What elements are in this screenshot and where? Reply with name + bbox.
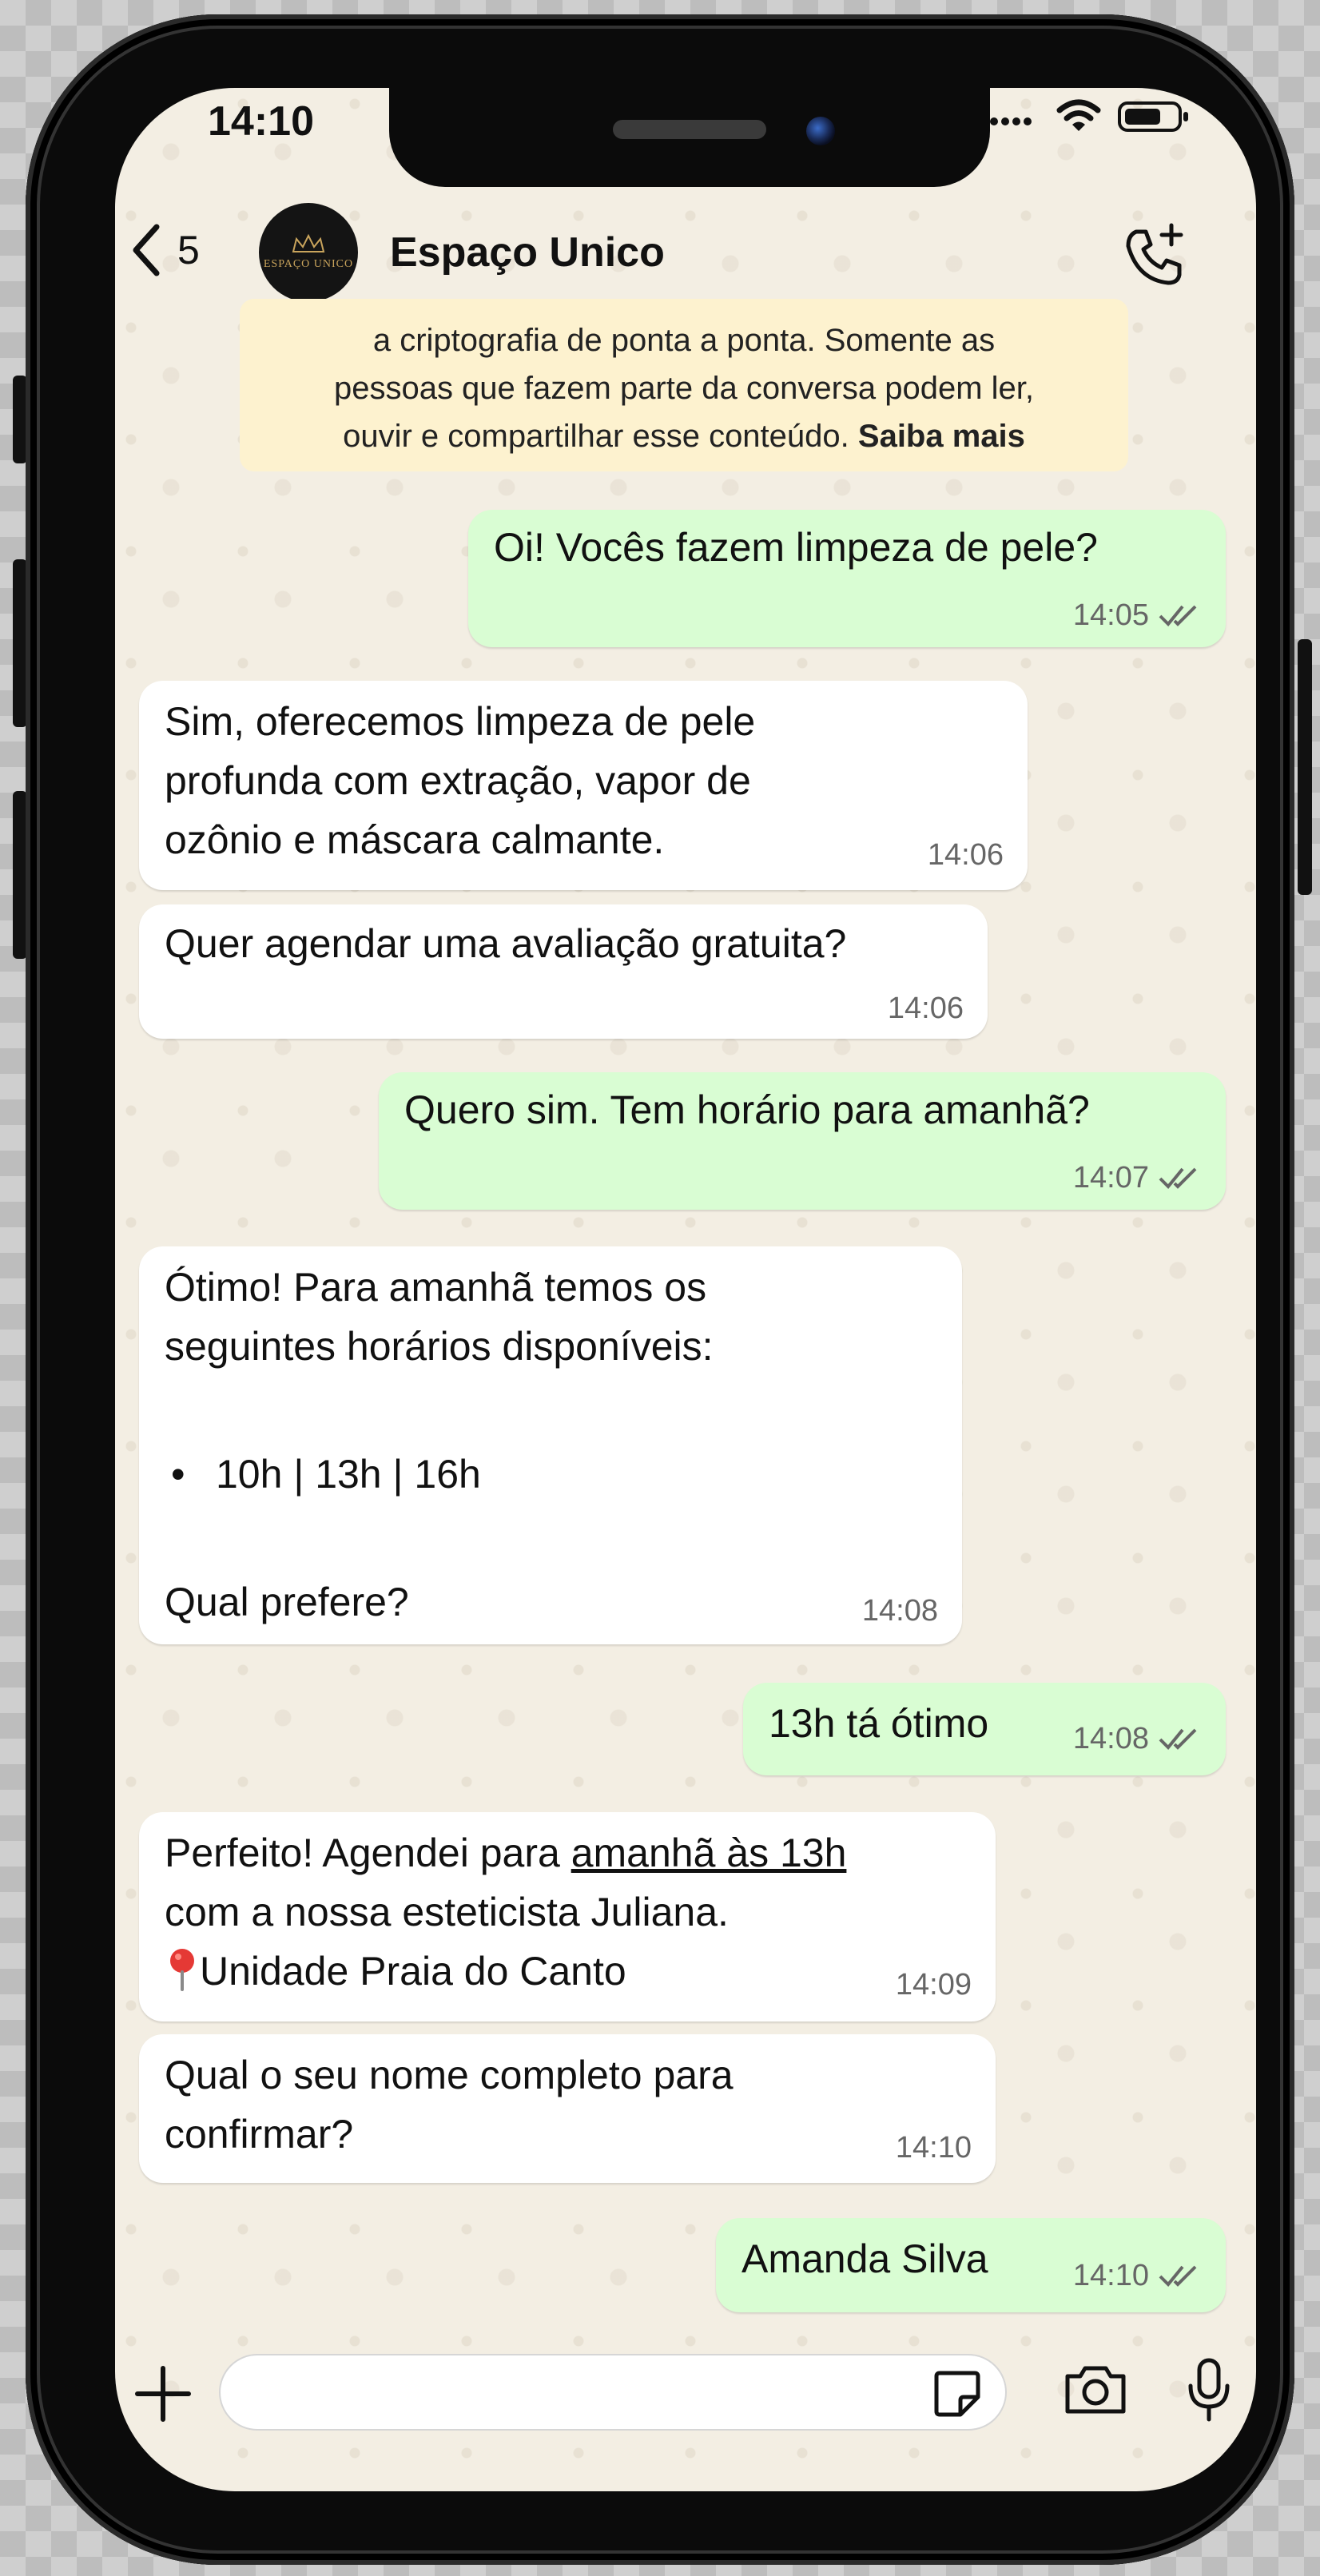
plus-icon: [135, 2366, 191, 2422]
phone-plus-icon: [1126, 223, 1183, 285]
message-meta: 14:10: [896, 2132, 972, 2164]
message-time: 14:10: [1072, 2259, 1149, 2292]
message-text: Ótimo! Para amanhã temos os seguintes ho…: [165, 1265, 714, 1624]
message-text: Quero sim. Tem horário para amanhã?: [404, 1087, 1090, 1132]
message-time: 14:09: [895, 1968, 972, 2002]
message-meta: 14:05: [1073, 599, 1202, 631]
message-bubble-outgoing[interactable]: Oi! Vocês fazem limpeza de pele? 14:05: [468, 510, 1226, 647]
location-pin-icon: [170, 1949, 194, 1991]
message-bubble-outgoing[interactable]: Quero sim. Tem horário para amanhã? 14:0…: [379, 1072, 1226, 1210]
message-text: Quer agendar uma avaliação gratuita?: [165, 921, 847, 966]
notice-line-1: a criptografia de ponta a ponta. Somente…: [372, 323, 996, 358]
time-slots-bullet: • 10h | 13h | 16h: [171, 1452, 481, 1497]
camera-button[interactable]: [1063, 2363, 1128, 2420]
sticker-icon: [934, 2371, 980, 2417]
contact-avatar[interactable]: ESPAÇO UNICO: [259, 203, 358, 302]
phone-frame: 14:10 5 ESPAÇO UNICO Espaço Unico a crip…: [26, 14, 1294, 2565]
message-text: 13h tá ótimo: [769, 1701, 989, 1746]
notch: [389, 88, 990, 187]
voice-message-button[interactable]: [1186, 2357, 1232, 2428]
message-text: Sim, oferecemos limpeza de pele profunda …: [165, 699, 756, 862]
speaker-grille: [613, 120, 766, 139]
message-time: 14:10: [895, 2131, 972, 2165]
message-bubble-incoming[interactable]: Ótimo! Para amanhã temos os seguintes ho…: [139, 1246, 962, 1644]
notice-line-3: ouvir e compartilhar esse conteúdo. Saib…: [343, 419, 1025, 454]
notice-line-2: pessoas que fazem parte da conversa pode…: [333, 371, 1035, 406]
microphone-icon: [1188, 2358, 1230, 2422]
camera-icon: [1065, 2366, 1126, 2414]
message-text: Qual o seu nome completo para confirmar?: [165, 2053, 734, 2157]
attach-button[interactable]: [133, 2363, 193, 2428]
message-meta: 14:08: [862, 1595, 938, 1627]
status-icons: [989, 99, 1191, 134]
message-time: 14:06: [887, 992, 964, 1025]
double-check-icon: [1159, 2265, 1197, 2287]
message-meta: 14:06: [928, 839, 1004, 871]
learn-more-link[interactable]: Saiba mais: [858, 419, 1025, 454]
message-bubble-incoming[interactable]: Qual o seu nome completo para confirmar? …: [139, 2034, 996, 2183]
message-meta: 14:07: [1073, 1162, 1202, 1194]
chat-screen: 14:10 5 ESPAÇO UNICO Espaço Unico a crip…: [115, 88, 1256, 2491]
message-input[interactable]: [219, 2354, 1007, 2431]
message-bubble-incoming[interactable]: Perfeito! Agendei para amanhã às 13h com…: [139, 1812, 996, 2021]
front-camera: [806, 117, 835, 145]
wifi-icon: [1056, 99, 1101, 131]
message-meta: 14:06: [888, 992, 964, 1024]
appointment-date-link[interactable]: amanhã às 13h: [571, 1831, 847, 1875]
message-meta: 14:09: [896, 1969, 972, 2001]
message-bubble-incoming[interactable]: Quer agendar uma avaliação gratuita? 14:…: [139, 904, 988, 1039]
message-text: Oi! Vocês fazem limpeza de pele?: [494, 525, 1098, 570]
message-text: Perfeito! Agendei para amanhã às 13h com…: [165, 1831, 847, 1994]
notice-partial-line: [240, 299, 1128, 316]
message-bubble-outgoing[interactable]: 13h tá ótimo 14:08: [743, 1683, 1226, 1775]
message-time: 14:08: [861, 1594, 938, 1628]
message-meta: 14:08: [1073, 1723, 1202, 1755]
contact-name[interactable]: Espaço Unico: [390, 229, 665, 276]
message-time: 14:05: [1072, 598, 1149, 632]
crown-logo-icon: [292, 234, 325, 252]
add-call-button[interactable]: [1119, 219, 1191, 295]
sticker-button[interactable]: [930, 2367, 984, 2425]
message-meta: 14:10: [1073, 2260, 1202, 2292]
message-time: 14:07: [1072, 1161, 1149, 1195]
message-time: 14:06: [927, 838, 1004, 872]
message-bubble-incoming[interactable]: Sim, oferecemos limpeza de pele profunda …: [139, 681, 1028, 890]
encryption-notice[interactable]: a criptografia de ponta a ponta. Somente…: [240, 299, 1128, 471]
signal-icon: [990, 117, 1032, 125]
battery-icon: [1118, 101, 1188, 132]
double-check-icon: [1159, 1167, 1197, 1189]
message-bubble-outgoing[interactable]: Amanda Silva 14:10: [716, 2218, 1226, 2312]
composer-bar: [115, 2325, 1256, 2461]
message-time: 14:08: [1072, 1722, 1149, 1755]
chevron-left-icon: [133, 224, 160, 276]
avatar-brand-text: ESPAÇO UNICO: [263, 258, 354, 270]
message-text: Amanda Silva: [742, 2236, 988, 2281]
back-button[interactable]: 5: [129, 222, 200, 278]
status-time: 14:10: [208, 98, 314, 145]
power-button: [1298, 639, 1312, 895]
double-check-icon: [1159, 605, 1197, 626]
double-check-icon: [1159, 1728, 1197, 1750]
unread-count: 5: [177, 228, 200, 272]
